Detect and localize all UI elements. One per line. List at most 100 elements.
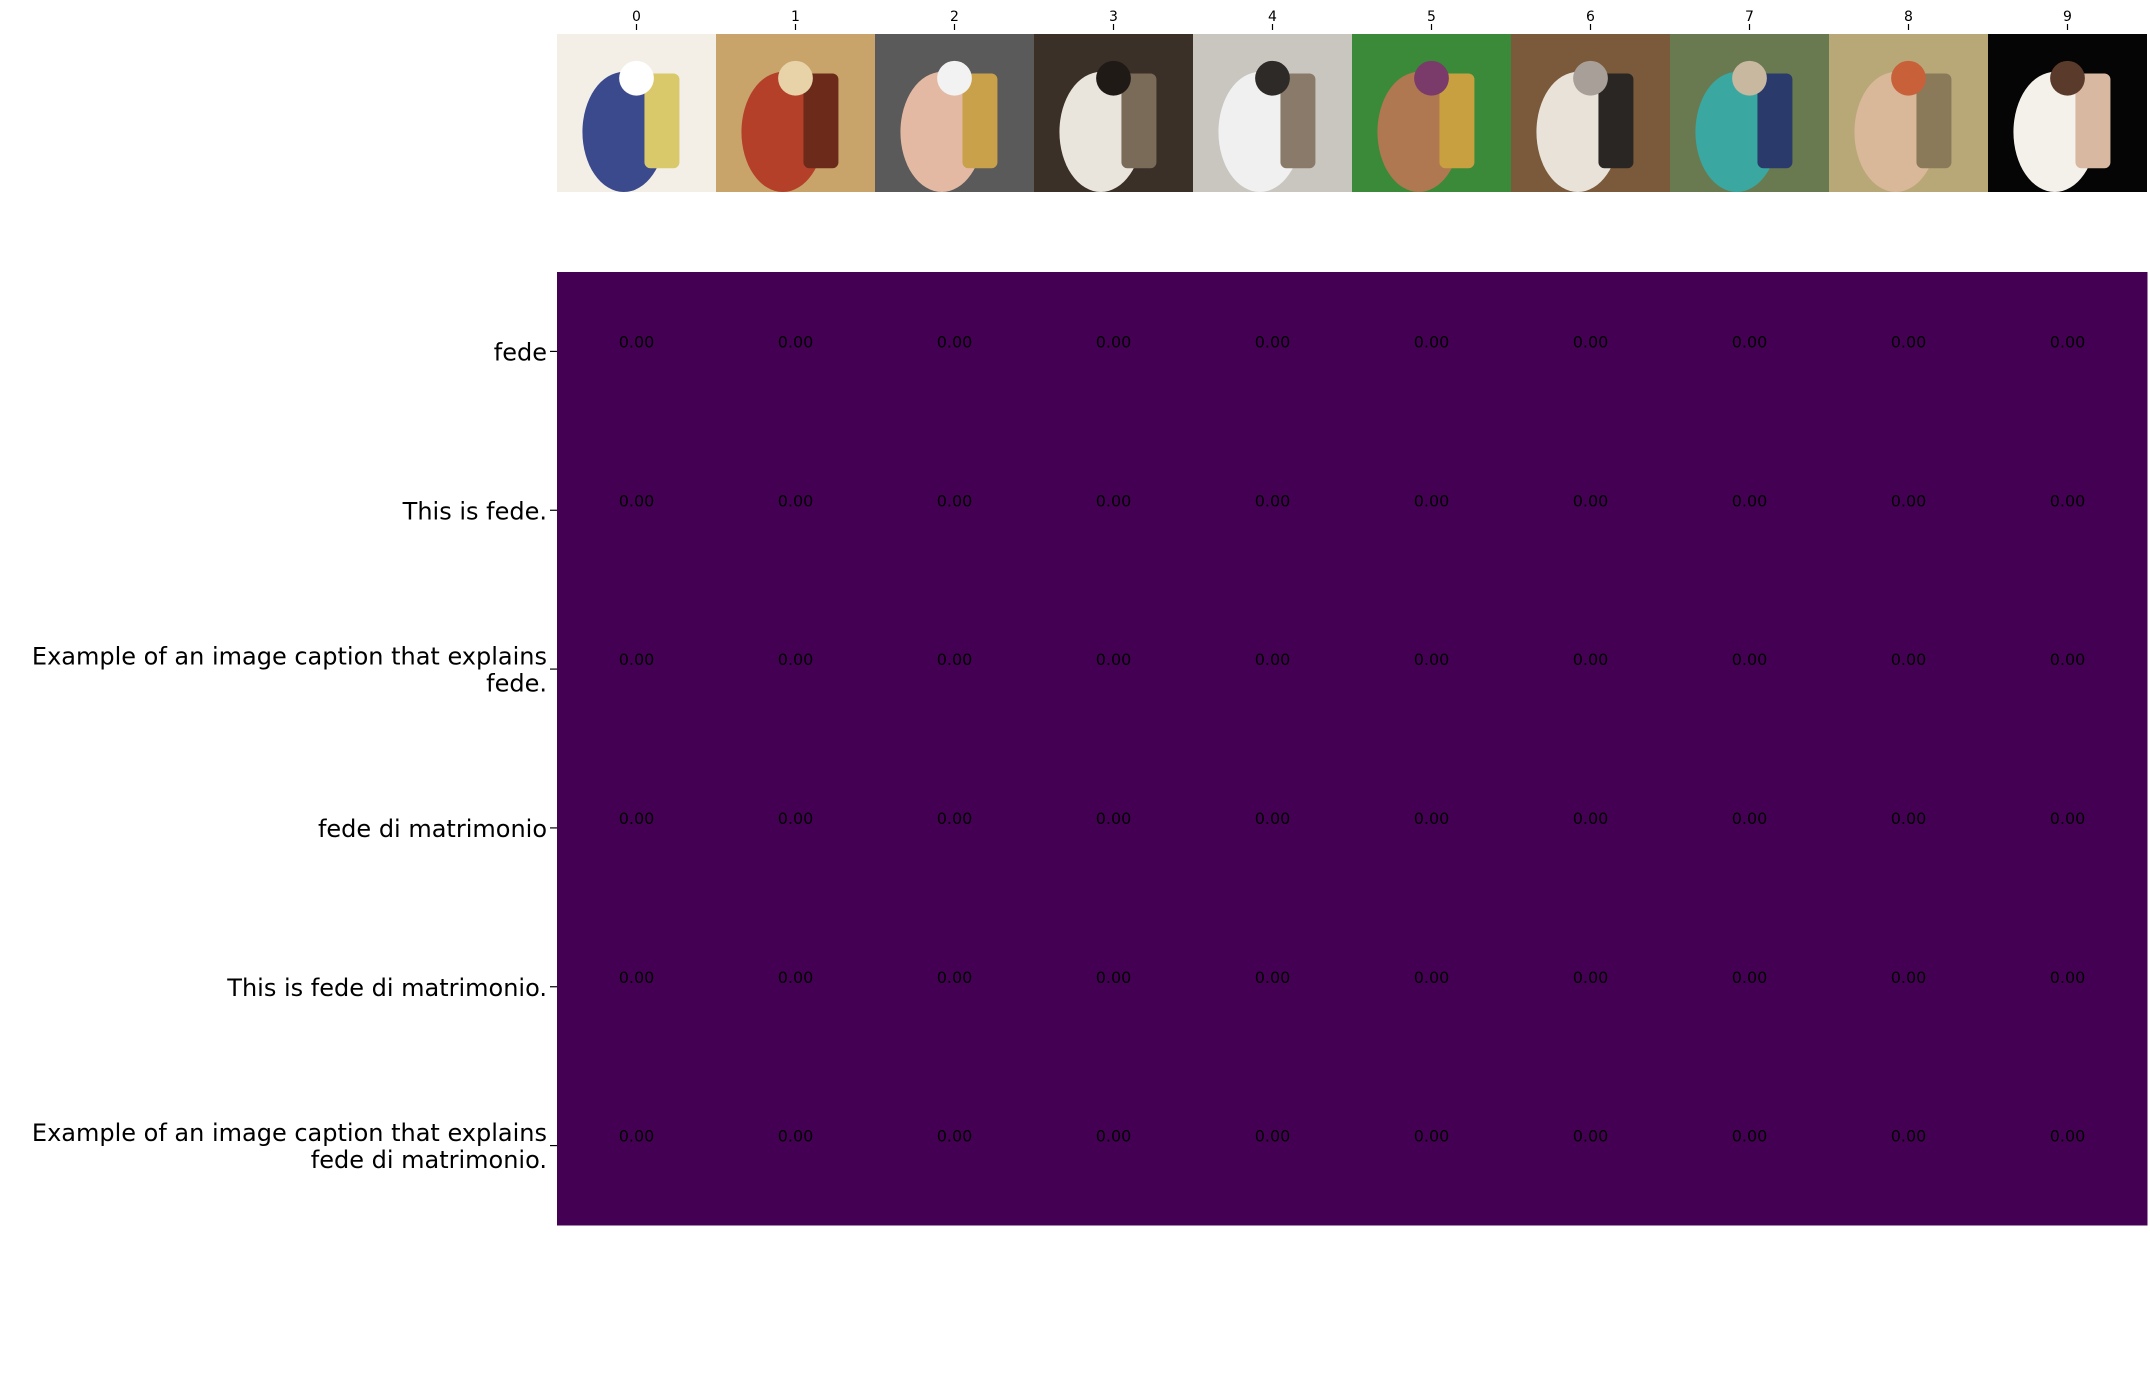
cell-value-label: 0.00: [778, 968, 814, 987]
heatmap-cells: [557, 272, 2148, 1226]
cell-value-label: 0.00: [2050, 332, 2086, 351]
neck-rings-woman-image: [1352, 34, 1511, 192]
cell-value-label: 0.00: [2050, 1127, 2086, 1146]
heatmap-cell: [1988, 1066, 2148, 1226]
heatmap-cell: [1352, 748, 1512, 908]
heatmap-cell: [1034, 1066, 1194, 1226]
cell-value-label: 0.00: [778, 809, 814, 828]
cell-value-label: 0.00: [1414, 1127, 1450, 1146]
heatmap-cell: [557, 272, 717, 432]
cell-value-label: 0.00: [1414, 332, 1450, 351]
thumbnail-shape: [1096, 60, 1131, 96]
cell-value-label: 0.00: [2050, 491, 2086, 510]
cell-value-label: 0.00: [1573, 332, 1609, 351]
cell-value-label: 0.00: [937, 968, 973, 987]
heatmap-cell: [1352, 907, 1512, 1067]
heatmap-cell: [1670, 748, 1830, 908]
cell-value-label: 0.00: [778, 332, 814, 351]
thumbnail-shape: [619, 60, 654, 96]
heatmap-cell: [557, 1066, 717, 1226]
cell-value-label: 0.00: [1255, 491, 1291, 510]
cell-value-label: 0.00: [1414, 650, 1450, 669]
heatmap-cell: [1193, 907, 1353, 1067]
heatmap-cell: [557, 748, 717, 908]
cell-value-label: 0.00: [619, 809, 655, 828]
cell-value-label: 0.00: [937, 491, 973, 510]
cell-value-label: 0.00: [778, 1127, 814, 1146]
cell-value-label: 0.00: [937, 332, 973, 351]
cell-value-label: 0.00: [1891, 650, 1927, 669]
cell-value-label: 0.00: [1573, 968, 1609, 987]
thumbnail-shape: [2050, 60, 2085, 96]
heatmap-cell: [1988, 748, 2148, 908]
heatmap-cell: [1352, 1066, 1512, 1226]
thumbnail-shape: [937, 60, 972, 96]
heatmap-cell: [1829, 430, 1989, 591]
heatmap-cell: [1988, 589, 2148, 750]
heatmap-cell: [1511, 589, 1671, 750]
cell-value-label: 0.00: [619, 968, 655, 987]
cell-value-label: 0.00: [1414, 968, 1450, 987]
bride-bouquet-image: [1988, 34, 2147, 192]
cell-value-label: 0.00: [1891, 809, 1927, 828]
x-tick-label: 9: [2063, 9, 2072, 25]
cell-value-label: 0.00: [1573, 491, 1609, 510]
thumbnail-shape: [1891, 60, 1926, 96]
heatmap-cell: [1352, 430, 1512, 591]
heatmap-cell: [1511, 907, 1671, 1067]
cell-value-label: 0.00: [1891, 332, 1927, 351]
x-tick-label: 5: [1427, 9, 1436, 25]
x-tick-label: 0: [632, 9, 641, 25]
y-tick-label: This is fede di matrimonio.: [226, 974, 547, 1002]
saint-painting-image: [716, 34, 875, 192]
cell-value-label: 0.00: [1732, 809, 1768, 828]
heatmap-cell: [716, 272, 876, 432]
cell-value-label: 0.00: [1096, 809, 1132, 828]
x-tick-label: 7: [1745, 9, 1754, 25]
thumbnail-shape: [778, 60, 813, 96]
y-tick-label: fede.: [486, 670, 547, 698]
clergy-procession-image: [1193, 34, 1352, 192]
heatmap-cell: [1034, 272, 1194, 432]
wedding-hall-image: [1511, 34, 1670, 192]
cell-value-label: 0.00: [2050, 968, 2086, 987]
cell-value-label: 0.00: [1732, 491, 1768, 510]
thumbnail-row: [557, 34, 2147, 192]
heatmap-cell: [875, 272, 1035, 432]
cell-value-label: 0.00: [1414, 809, 1450, 828]
y-tick-label: fede: [494, 338, 547, 366]
cell-value-label: 0.00: [1573, 1127, 1609, 1146]
cell-value-label: 0.00: [1573, 809, 1609, 828]
y-tick-label: Example of an image caption that explain…: [32, 1119, 547, 1147]
cell-value-label: 0.00: [1255, 968, 1291, 987]
thumbnail-shape: [1573, 60, 1608, 96]
heatmap-cell: [1034, 589, 1194, 750]
cell-value-label: 0.00: [1732, 1127, 1768, 1146]
creation-fresco-image: [1829, 34, 1988, 192]
heatmap-cell: [1193, 748, 1353, 908]
x-tick-label: 6: [1586, 9, 1595, 25]
heatmap-cell: [1670, 272, 1830, 432]
heatmap-cell: [1829, 589, 1989, 750]
heatmap-cell: [875, 748, 1035, 908]
cell-value-label: 0.00: [937, 650, 973, 669]
heatmap-cell: [716, 1066, 876, 1226]
y-tick-label: This is fede.: [402, 497, 547, 525]
cell-value-label: 0.00: [1732, 968, 1768, 987]
cell-value-label: 0.00: [1096, 1127, 1132, 1146]
cell-value-label: 0.00: [619, 332, 655, 351]
heatmap-cell: [1829, 748, 1989, 908]
cell-value-label: 0.00: [1891, 491, 1927, 510]
cell-value-label: 0.00: [1255, 809, 1291, 828]
heatmap-cell: [1352, 589, 1512, 750]
heatmap-cell: [1670, 1066, 1830, 1226]
heatmap-cell: [716, 589, 876, 750]
heatmap-cell: [557, 589, 717, 750]
heatmap-cell: [1829, 907, 1989, 1067]
heatmap-cell: [1193, 589, 1353, 750]
cell-value-label: 0.00: [2050, 809, 2086, 828]
heatmap-cell: [1193, 272, 1353, 432]
heatmap-cell: [716, 748, 876, 908]
thumbnail-shape: [1414, 60, 1449, 96]
cell-value-label: 0.00: [1096, 968, 1132, 987]
